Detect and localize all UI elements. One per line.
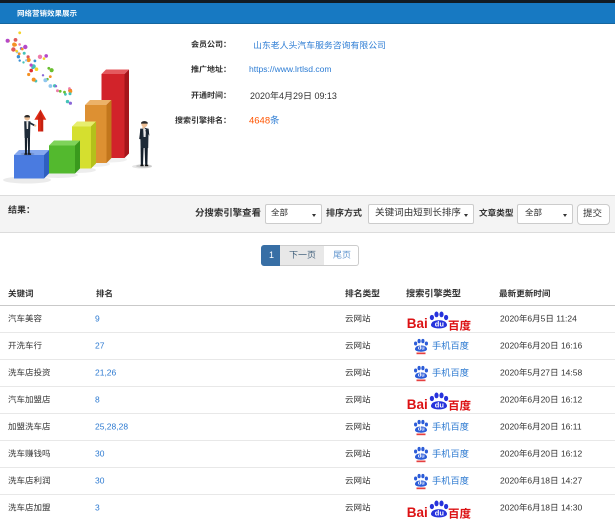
svg-text:du: du bbox=[435, 400, 445, 409]
svg-text:du: du bbox=[435, 320, 445, 329]
svg-text:du: du bbox=[435, 508, 445, 517]
svg-text:5: 5 bbox=[527, 368, 532, 378]
svg-text:2020: 2020 bbox=[500, 394, 519, 404]
svg-text:Bai: Bai bbox=[407, 316, 428, 331]
svg-text:16:11: 16:11 bbox=[558, 421, 581, 431]
svg-text:29: 29 bbox=[293, 90, 303, 100]
svg-text:5: 5 bbox=[540, 314, 545, 324]
svg-text:18: 18 bbox=[540, 475, 550, 485]
svg-text:2020: 2020 bbox=[500, 314, 519, 324]
svg-text:4: 4 bbox=[279, 90, 284, 100]
svg-text:16:12: 16:12 bbox=[558, 448, 582, 458]
svg-text:6: 6 bbox=[527, 448, 532, 458]
svg-text:8: 8 bbox=[95, 394, 100, 404]
svg-text:Bai: Bai bbox=[407, 397, 428, 412]
svg-text:https://www.lrtlsd.com: https://www.lrtlsd.com bbox=[249, 64, 332, 74]
svg-text:2020: 2020 bbox=[500, 421, 519, 431]
svg-text:Bai: Bai bbox=[407, 505, 428, 520]
svg-text:6: 6 bbox=[527, 341, 532, 351]
svg-text:30: 30 bbox=[95, 448, 105, 458]
svg-text:6: 6 bbox=[527, 314, 532, 324]
svg-text:6: 6 bbox=[527, 502, 532, 512]
svg-text:14:30: 14:30 bbox=[558, 502, 582, 512]
svg-text:1: 1 bbox=[269, 250, 274, 260]
svg-text:14:58: 14:58 bbox=[558, 368, 582, 378]
svg-text:du: du bbox=[418, 480, 425, 486]
svg-text:du: du bbox=[418, 426, 425, 432]
svg-text:2020: 2020 bbox=[500, 448, 519, 458]
svg-text:20: 20 bbox=[540, 421, 550, 431]
svg-text:25,28,28: 25,28,28 bbox=[95, 421, 128, 431]
svg-text:du: du bbox=[418, 453, 425, 459]
svg-text:2020: 2020 bbox=[500, 341, 519, 351]
svg-text:14:27: 14:27 bbox=[558, 475, 582, 485]
svg-text:3: 3 bbox=[95, 502, 100, 512]
svg-text:20: 20 bbox=[540, 394, 550, 404]
svg-text:20: 20 bbox=[540, 341, 550, 351]
svg-text:21,26: 21,26 bbox=[95, 368, 117, 378]
svg-text:09:13: 09:13 bbox=[312, 90, 337, 100]
svg-text:6: 6 bbox=[527, 394, 532, 404]
svg-text:6: 6 bbox=[527, 421, 532, 431]
svg-text:9: 9 bbox=[95, 314, 100, 324]
svg-text:16:16: 16:16 bbox=[558, 341, 582, 351]
svg-text:27: 27 bbox=[95, 341, 105, 351]
svg-text:2020: 2020 bbox=[500, 475, 519, 485]
svg-text:2020: 2020 bbox=[500, 502, 519, 512]
svg-text:du: du bbox=[418, 345, 425, 351]
svg-text:4648: 4648 bbox=[249, 115, 270, 126]
svg-text:11:24: 11:24 bbox=[553, 314, 576, 324]
svg-text:2020: 2020 bbox=[250, 90, 270, 100]
svg-text:16:12: 16:12 bbox=[558, 394, 582, 404]
svg-text:du: du bbox=[418, 372, 425, 378]
svg-text:27: 27 bbox=[540, 368, 550, 378]
svg-text:30: 30 bbox=[95, 475, 105, 485]
svg-text:20: 20 bbox=[540, 448, 550, 458]
svg-text:18: 18 bbox=[540, 502, 550, 512]
svg-text:2020: 2020 bbox=[500, 368, 519, 378]
svg-text:6: 6 bbox=[527, 475, 532, 485]
